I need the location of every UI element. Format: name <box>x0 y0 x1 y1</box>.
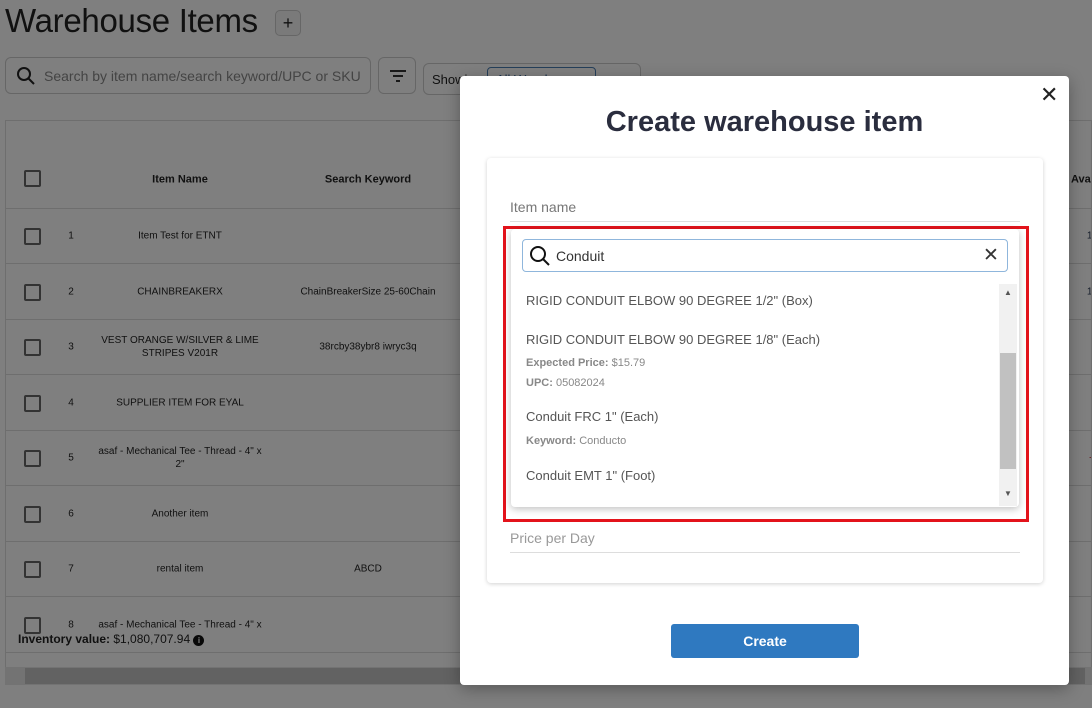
option-upc: UPC: 05082024 <box>526 377 605 389</box>
dropdown-scrollbar[interactable]: ▲ ▼ <box>999 284 1017 506</box>
price-per-day-underline <box>510 552 1020 553</box>
clear-icon[interactable]: ✕ <box>983 244 999 267</box>
create-button[interactable]: Create <box>671 624 859 658</box>
scrollbar-thumb[interactable] <box>1000 353 1016 469</box>
option-price: Expected Price: $15.79 <box>526 357 646 369</box>
scroll-up-icon[interactable]: ▲ <box>1004 288 1012 297</box>
dropdown-option[interactable]: RIGID CONDUIT ELBOW 90 DEGREE 1/8" (Each… <box>526 332 820 347</box>
close-icon[interactable]: ✕ <box>1040 82 1058 108</box>
item-dropdown: Conduit ✕ RIGID CONDUIT ELBOW 90 DEGREE … <box>511 229 1019 507</box>
dropdown-search-value: Conduit <box>556 248 605 264</box>
price-per-day-label[interactable]: Price per Day <box>510 530 595 546</box>
modal-title: Create warehouse item <box>605 106 924 138</box>
dropdown-option[interactable]: Conduit FRC 1" (Each) <box>526 409 659 424</box>
item-name-label: Item name <box>510 199 577 215</box>
search-icon <box>530 246 550 266</box>
dropdown-search-input[interactable]: Conduit ✕ <box>522 239 1008 272</box>
option-keyword: Keyword: Conducto <box>526 435 627 447</box>
scroll-down-icon[interactable]: ▼ <box>1004 489 1012 498</box>
dropdown-option[interactable]: Conduit EMT 1" (Foot) <box>526 468 655 483</box>
item-name-underline <box>510 221 1020 222</box>
dropdown-option[interactable]: RIGID CONDUIT ELBOW 90 DEGREE 1/2" (Box) <box>526 293 813 308</box>
